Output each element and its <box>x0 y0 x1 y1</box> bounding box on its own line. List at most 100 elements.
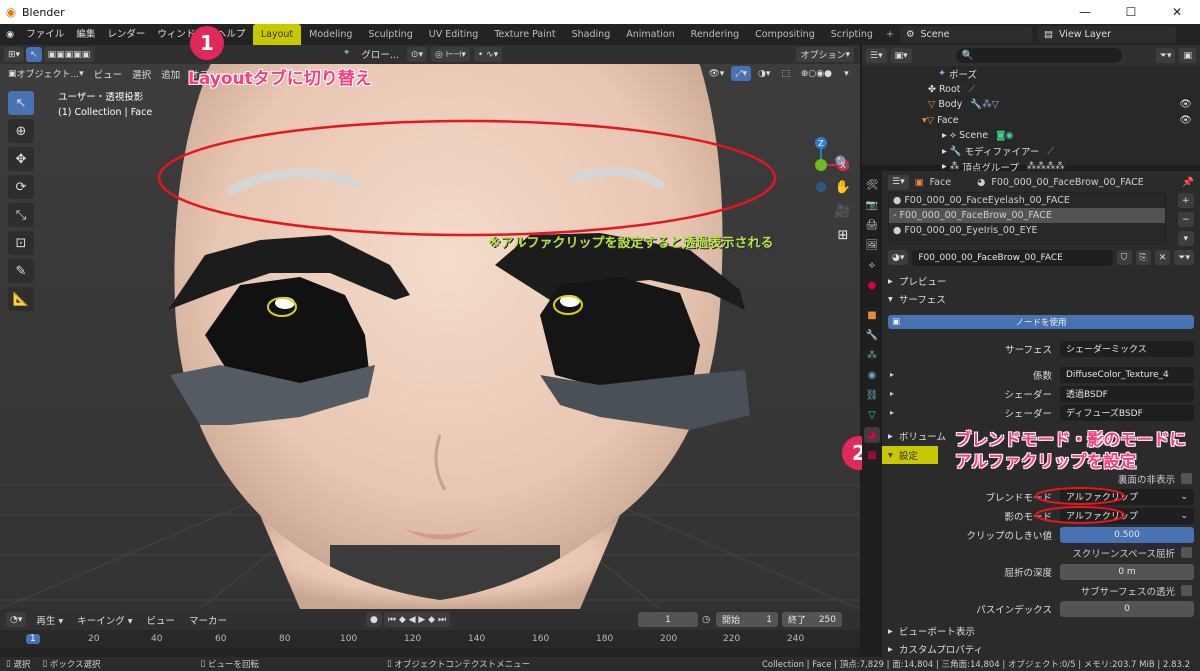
menu-marker[interactable]: マーカー <box>185 613 231 627</box>
world-tab-icon[interactable]: ● <box>864 277 880 293</box>
output-tab-icon[interactable]: 🖨 <box>864 217 880 233</box>
slot-menu-button[interactable]: ▾ <box>1178 231 1194 246</box>
tab-sculpting[interactable]: Sculpting <box>360 24 420 45</box>
transform-orientation-icon[interactable]: ⌖ <box>340 47 353 62</box>
annotate-tool-icon[interactable]: ✎ <box>8 259 34 283</box>
current-frame-field[interactable]: 1 <box>638 612 698 627</box>
display-mode-icon[interactable]: ▣▾ <box>890 48 912 63</box>
overlay-icon[interactable]: ◑▾ <box>754 66 775 81</box>
scene-tab-icon[interactable]: ⟡ <box>864 257 880 273</box>
outliner-row[interactable]: ▸ 🔧 モディファイアー ⟋ <box>862 144 1200 160</box>
tab-modeling[interactable]: Modeling <box>301 24 360 45</box>
expand-arrow-icon[interactable]: ▸ <box>890 370 894 379</box>
pin-icon[interactable]: 📌 <box>1182 177 1194 188</box>
select-mode-icons[interactable]: ▣▣▣▣▣ <box>43 47 95 62</box>
outliner-search-input[interactable]: 🔍 <box>955 48 1122 63</box>
remove-slot-button[interactable]: − <box>1178 212 1194 227</box>
scale-tool-icon[interactable]: ⤡ <box>8 203 34 227</box>
cursor-tool-icon[interactable]: ⊕ <box>8 119 34 143</box>
outliner-row[interactable]: ✤ Root ⟋ <box>862 82 1200 98</box>
duplicate-material-icon[interactable]: ⎘ <box>1135 250 1151 265</box>
panel-surface[interactable]: ▾ サーフェス <box>882 290 1200 308</box>
panel-viewport-display[interactable]: ▸ ビューポート表示 <box>882 622 1200 640</box>
frame-start-field[interactable]: 開始 1 <box>716 612 778 627</box>
tab-animation[interactable]: Animation <box>618 24 682 45</box>
ssr-checkbox[interactable] <box>1181 547 1192 558</box>
expand-arrow-icon[interactable]: ▸ <box>890 408 894 417</box>
perspective-grid-icon[interactable]: ⊞ <box>833 225 853 245</box>
shader2-field[interactable]: ディフューズBSDF <box>1060 404 1194 421</box>
surface-shader-field[interactable]: シェーダーミックス <box>1060 340 1194 357</box>
tab-compositing[interactable]: Compositing <box>747 24 823 45</box>
editor-type-button[interactable]: ⊞▾ <box>4 47 25 62</box>
constraints-tab-icon[interactable]: ⛓ <box>864 387 880 403</box>
fake-user-icon[interactable]: ⛉ <box>1116 250 1132 265</box>
menu-file[interactable]: ファイル <box>20 24 70 45</box>
visibility-eye-icon[interactable]: 👁 <box>1179 99 1192 110</box>
material-filter-icon[interactable]: ⏷▾ <box>1174 250 1194 265</box>
xray-icon[interactable]: ⬚ <box>777 66 794 81</box>
measure-tool-icon[interactable]: 📐 <box>8 287 34 311</box>
3d-viewport[interactable]: ⊞▾ ↖ ▣▣▣▣▣ ⌖ グロー... ⊙▾ ◎ ⊢⊣▾ • ∿▾ オプション … <box>0 45 860 609</box>
panel-custom-properties[interactable]: ▸ カスタムプロパティ <box>882 640 1200 658</box>
select-box-tool-icon[interactable]: ↖ <box>8 91 34 115</box>
data-tab-icon[interactable]: ▽ <box>864 407 880 423</box>
minimize-button[interactable]: — <box>1062 0 1108 24</box>
tool-tab-icon[interactable]: 🛠 <box>864 177 880 193</box>
backface-checkbox[interactable] <box>1181 473 1192 484</box>
menu-view[interactable]: ビュー <box>90 67 127 81</box>
select-tool-icon[interactable]: ↖ <box>26 47 42 62</box>
tab-scripting[interactable]: Scripting <box>823 24 881 45</box>
timeline-editor-type-icon[interactable]: ◔▾ <box>6 612 27 627</box>
record-icon[interactable]: ● <box>366 612 382 627</box>
physics-tab-icon[interactable]: ◉ <box>864 367 880 383</box>
use-nodes-button[interactable]: ▣ ノードを使用 <box>888 315 1194 329</box>
tab-shading[interactable]: Shading <box>564 24 619 45</box>
visibility-eye-icon[interactable]: 👁 <box>1179 115 1192 126</box>
panel-preview[interactable]: ▸ プレビュー <box>882 272 1200 290</box>
move-tool-icon[interactable]: ✥ <box>8 147 34 171</box>
list-item[interactable]: ● F00_000_00_FaceEyelash_00_FACE <box>889 193 1165 208</box>
render-tab-icon[interactable]: 📷 <box>864 197 880 213</box>
material-slot-list[interactable]: ● F00_000_00_FaceEyelash_00_FACE - F00_0… <box>888 192 1166 244</box>
tab-rendering[interactable]: Rendering <box>683 24 748 45</box>
outliner-row[interactable]: ▸ ⟡ Scene ◙◉ <box>862 128 1200 144</box>
menu-select[interactable]: 選択 <box>128 67 155 81</box>
outliner-row[interactable]: ▾▽ Face 👁 <box>862 113 1200 129</box>
modifier-tab-icon[interactable]: 🔧 <box>864 327 880 343</box>
unlink-material-icon[interactable]: ✕ <box>1154 250 1171 265</box>
maximize-button[interactable]: ☐ <box>1108 0 1154 24</box>
playback-buttons-icon[interactable]: ⏮ ◆ ◀ ▶ ◆ ⏭ <box>383 612 451 627</box>
pivot-icon[interactable]: ⊙▾ <box>406 47 427 62</box>
blender-menu-icon[interactable]: ◉ <box>0 24 20 45</box>
timeline-ruler[interactable]: 1 20 40 60 80 100 120 140 160 180 200 22… <box>0 630 860 648</box>
outliner-row[interactable]: ✦ ポーズ <box>862 66 1200 82</box>
refraction-depth-field[interactable]: 0 m <box>1060 563 1194 580</box>
transform-orientation[interactable]: グロー... <box>357 47 403 62</box>
tab-uv-editing[interactable]: UV Editing <box>421 24 487 45</box>
shader1-field[interactable]: 透過BSDF <box>1060 385 1194 402</box>
rotate-tool-icon[interactable]: ⟳ <box>8 175 34 199</box>
visibility-icon[interactable]: 👁▾ <box>704 66 729 81</box>
list-item[interactable]: ● F00_000_00_EyeIris_00_EYE <box>889 223 1165 238</box>
transform-tool-icon[interactable]: ⊡ <box>8 231 34 255</box>
object-tab-icon[interactable]: ■ <box>864 307 880 323</box>
tab-texture-paint[interactable]: Texture Paint <box>486 24 563 45</box>
shading-modes-icon[interactable]: ⊕○◉● <box>796 66 836 81</box>
view-layer-tab-icon[interactable]: 🖼 <box>864 237 880 253</box>
close-button[interactable]: ✕ <box>1154 0 1200 24</box>
material-tab-icon[interactable]: ◕ <box>864 427 880 443</box>
material-name-field[interactable]: F00_000_00_FaceBrow_00_FACE <box>912 249 1113 266</box>
menu-add[interactable]: 追加 <box>157 67 184 81</box>
sss-checkbox[interactable] <box>1181 585 1192 596</box>
zoom-icon[interactable]: 🔍 <box>833 153 853 173</box>
shading-options-icon[interactable]: ▾ <box>839 66 854 81</box>
expand-arrow-icon[interactable]: ▸ <box>890 389 894 398</box>
menu-keying[interactable]: キーイング ▾ <box>73 613 136 627</box>
add-slot-button[interactable]: + <box>1178 193 1194 208</box>
texture-tab-icon[interactable]: ▩ <box>864 447 880 463</box>
fac-field[interactable]: DiffuseColor_Texture_4 <box>1060 366 1194 383</box>
scene-selector[interactable]: ⚙ Scene <box>900 26 1032 43</box>
panel-settings[interactable]: ▾ 設定 <box>882 446 938 464</box>
outliner-row[interactable]: ▽ Body 🔧⁂▽ 👁 <box>862 97 1200 113</box>
